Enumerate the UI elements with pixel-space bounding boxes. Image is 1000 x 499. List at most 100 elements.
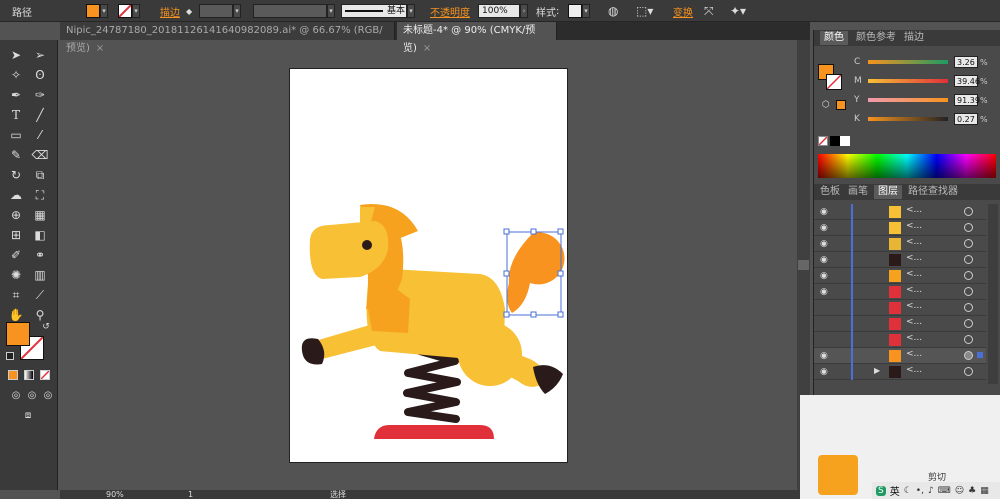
pencil-icon[interactable]: ✎: [6, 146, 26, 164]
chevron-down-icon[interactable]: ▾: [233, 4, 241, 18]
curvature-tool-icon[interactable]: ✑: [30, 86, 50, 104]
eye-icon[interactable]: ◉: [820, 287, 830, 297]
eye-icon[interactable]: ◉: [820, 367, 830, 377]
fill-color-box-front[interactable]: [6, 322, 30, 346]
selection-handle[interactable]: [557, 228, 564, 235]
eyedropper-icon[interactable]: ✐: [6, 246, 26, 264]
spring-coil[interactable]: [403, 347, 461, 423]
pen-tool-icon[interactable]: ✒: [6, 86, 26, 104]
eye-icon[interactable]: ◉: [820, 223, 830, 233]
align-icon[interactable]: ⬚▾: [636, 0, 653, 22]
ime-toolbar[interactable]: S 英 ☾ •, ♪ ⌨ ☺ ♣ ▦: [872, 482, 1000, 499]
rectangle-tool-icon[interactable]: ▭: [6, 126, 26, 144]
selection-handle[interactable]: [530, 311, 537, 318]
brush-profile-field[interactable]: 基本: [341, 4, 407, 18]
moon-icon[interactable]: ☾: [904, 486, 912, 496]
chevron-down-icon[interactable]: ▾: [407, 4, 415, 18]
layer-row[interactable]: ◉ <...: [814, 268, 986, 284]
chevron-right-icon[interactable]: ›: [520, 4, 528, 18]
artboard[interactable]: [289, 68, 568, 463]
color-mode-icon[interactable]: [8, 370, 18, 380]
symbol-sprayer-icon[interactable]: ✺: [6, 266, 26, 284]
eye-icon[interactable]: ◉: [820, 271, 830, 281]
layer-row-selected[interactable]: ◉ <...: [814, 348, 986, 364]
layer-row[interactable]: <...: [814, 332, 986, 348]
chevron-down-icon[interactable]: ▾: [327, 4, 335, 18]
tab-color[interactable]: 颜色: [820, 31, 848, 45]
color-spectrum[interactable]: [818, 154, 996, 178]
mesh-tool-icon[interactable]: ⊞: [6, 226, 26, 244]
fill-swatch[interactable]: [86, 4, 100, 18]
tab-layers[interactable]: 图层: [874, 185, 902, 199]
close-icon[interactable]: ×: [423, 43, 431, 54]
target-icon[interactable]: [964, 367, 973, 376]
fill-color-control[interactable]: ▾: [86, 0, 108, 22]
magenta-slider[interactable]: M 39.46 %: [854, 75, 988, 87]
eye-icon[interactable]: ◉: [820, 207, 830, 217]
none-mode-icon[interactable]: [40, 370, 50, 380]
stroke-color-control[interactable]: ▾: [118, 0, 140, 22]
layer-row[interactable]: ◉ ▶ <...: [814, 364, 986, 380]
screen-mode-icon[interactable]: ⧈: [18, 406, 38, 424]
eraser-icon[interactable]: ⌫: [30, 146, 50, 164]
selection-handle[interactable]: [503, 270, 510, 277]
selection-handle[interactable]: [503, 228, 510, 235]
keyboard-icon[interactable]: ⌨: [938, 486, 951, 496]
direct-selection-tool-icon[interactable]: ➢: [30, 46, 50, 64]
type-tool-icon[interactable]: T: [6, 106, 26, 124]
opacity-field[interactable]: 100%: [478, 4, 520, 18]
swap-colors-icon[interactable]: ↺: [36, 318, 56, 336]
close-icon[interactable]: ×: [96, 43, 104, 54]
draw-inside-icon[interactable]: ◎: [38, 386, 58, 404]
horse-rump[interactable]: [458, 322, 522, 386]
layer-row[interactable]: ◉ <...: [814, 236, 986, 252]
color-panel-stroke[interactable]: [826, 74, 842, 90]
free-transform-icon[interactable]: ⛶: [30, 186, 50, 204]
layer-row[interactable]: ◉ <...: [814, 204, 986, 220]
recolor-icon[interactable]: ◍: [608, 0, 618, 22]
lasso-icon[interactable]: ʘ: [30, 66, 50, 84]
layer-row[interactable]: <...: [814, 300, 986, 316]
rotate-tool-icon[interactable]: ↻: [6, 166, 26, 184]
layer-row[interactable]: <...: [814, 316, 986, 332]
magenta-value[interactable]: 39.46: [954, 75, 980, 87]
artboard-tool-icon[interactable]: ⌗: [6, 286, 26, 304]
layers-scrollbar[interactable]: [988, 204, 998, 384]
tab-stroke[interactable]: 描边: [900, 31, 928, 45]
blend-tool-icon[interactable]: ⚭: [30, 246, 50, 264]
no-stroke-swatch[interactable]: [118, 4, 132, 18]
gradient-tool-icon[interactable]: ◧: [30, 226, 50, 244]
white-swatch[interactable]: [840, 136, 850, 146]
black-slider[interactable]: K 0.27 %: [854, 113, 988, 125]
style-swatch[interactable]: [568, 4, 582, 18]
chevron-down-icon[interactable]: ▾: [100, 4, 108, 18]
chevron-down-icon[interactable]: ▾: [582, 4, 590, 18]
default-colors-icon[interactable]: [6, 352, 14, 360]
chevron-down-icon[interactable]: ▾: [132, 4, 140, 18]
target-icon[interactable]: [964, 319, 973, 328]
tab-swatches[interactable]: 色板: [816, 185, 844, 199]
target-icon[interactable]: [964, 303, 973, 312]
tab-document-nipic[interactable]: Nipic_24787180_20181126141640982089.ai* …: [60, 22, 395, 54]
selection-indicator[interactable]: [977, 352, 983, 358]
zoom-level[interactable]: 90%: [106, 490, 124, 499]
target-icon[interactable]: [964, 271, 973, 280]
stroke-weight-stepper[interactable]: ◆: [186, 0, 192, 22]
line-tool-icon[interactable]: ╱: [30, 106, 50, 124]
selection-handle[interactable]: [530, 228, 537, 235]
opacity-label[interactable]: 不透明度: [430, 0, 470, 22]
spring-horse-illustration[interactable]: [290, 69, 569, 464]
stroke-weight-field[interactable]: [199, 4, 233, 18]
transform-label[interactable]: 变换: [673, 0, 693, 22]
expand-arrow-icon[interactable]: ▶: [874, 366, 880, 375]
selection-handle[interactable]: [557, 311, 564, 318]
tab-document-untitled[interactable]: 未标题-4* @ 90% (CMYK/预览) ×: [397, 22, 557, 54]
selection-handle[interactable]: [557, 270, 564, 277]
stroke-label[interactable]: 描边: [160, 0, 180, 22]
yellow-slider[interactable]: Y 91.39 %: [854, 94, 988, 106]
target-icon[interactable]: [964, 335, 973, 344]
warp-tool-icon[interactable]: ☁: [6, 186, 26, 204]
back-hoof[interactable]: [533, 365, 563, 394]
target-icon[interactable]: [964, 287, 973, 296]
eye-icon[interactable]: ◉: [820, 351, 830, 361]
